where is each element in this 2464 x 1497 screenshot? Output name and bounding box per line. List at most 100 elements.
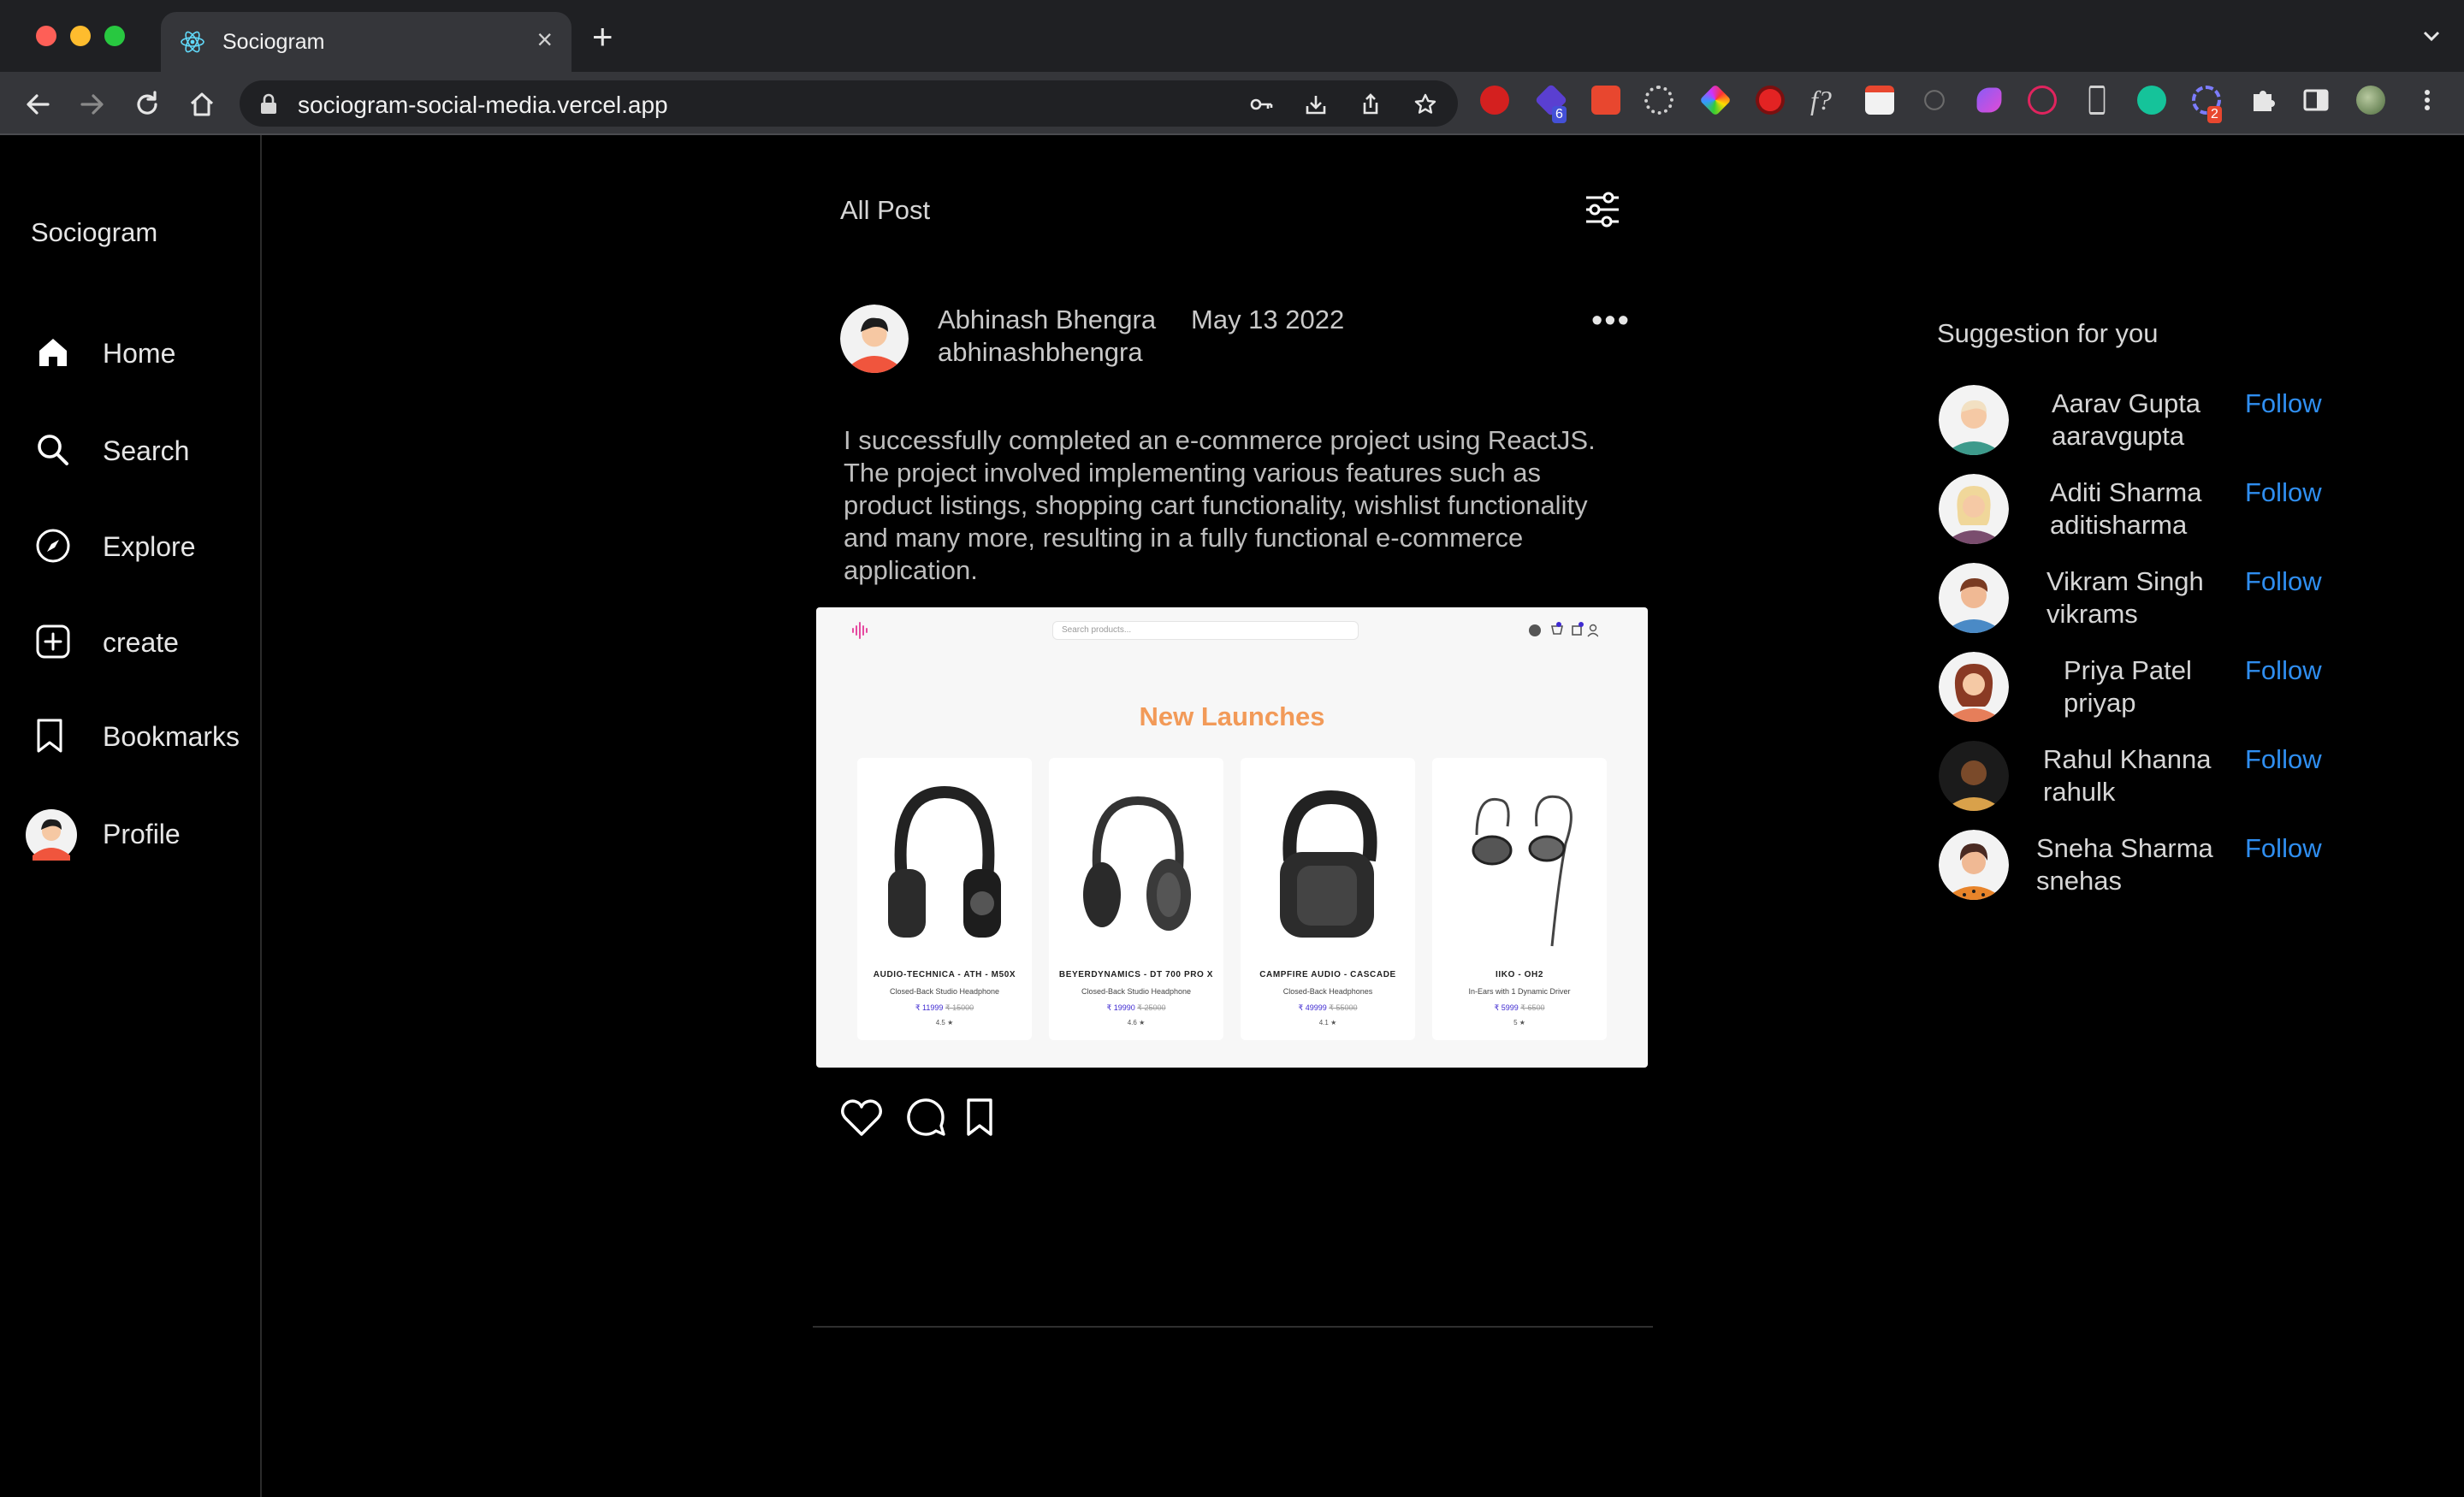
extension-phone-icon[interactable] [2088,86,2106,115]
soundwave-logo-icon [852,622,868,639]
sidebar-item-home[interactable]: Home [0,322,257,382]
avatar[interactable] [1939,563,2009,633]
new-tab-button[interactable]: + [592,19,613,55]
extension-calendar-icon[interactable] [1865,86,1894,115]
sidebar-item-profile[interactable]: Profile [0,802,257,862]
product-name: CAMPFIRE AUDIO - CASCADE [1259,970,1396,979]
suggestion-username[interactable]: priyap [2064,688,2135,719]
suggestion-username[interactable]: snehas [2036,866,2122,896]
brand-logo[interactable]: Sociogram [31,217,157,248]
sidebar-item-search[interactable]: Search [0,419,257,479]
window-maximize-button[interactable] [104,26,125,46]
mini-nav-icons [1529,622,1598,637]
lock-icon[interactable] [258,93,279,115]
suggestion-name[interactable]: Sneha Sharma [2036,833,2213,864]
avatar [26,809,77,861]
post-more-options-icon[interactable]: ••• [1591,303,1631,340]
post-bookmark-icon[interactable] [958,1095,1004,1141]
suggestions-title: Suggestion for you [1937,318,2159,348]
follow-button[interactable]: Follow [2245,833,2322,864]
back-arrow-icon[interactable] [22,89,53,120]
suggestion-name[interactable]: Priya Patel [2064,655,2192,686]
product-rating: 4.5 ★ [935,1019,954,1027]
suggestion-username[interactable]: aaravgupta [2052,421,2184,452]
suggestion-name[interactable]: Aditi Sharma [2050,477,2201,508]
comment-bubble-icon[interactable] [903,1095,950,1141]
product-name: AUDIO-TECHNICA - ATH - M50X [873,970,1016,979]
window-close-button[interactable] [36,26,56,46]
headphone-image [1083,796,1191,931]
sidebar-item-label: create [103,627,179,658]
browser-menu-kebab-icon[interactable] [2413,86,2442,115]
side-panel-icon[interactable] [2301,86,2331,115]
product-card: IIKO - OH2 In-Ears with 1 Dynamic Driver… [1432,758,1607,1040]
post-author-avatar[interactable] [840,305,909,373]
avatar[interactable] [1939,652,2009,722]
filter-sliders-icon[interactable] [1583,190,1622,229]
post-text: I successfully completed an e-commerce p… [844,425,1596,585]
follow-button[interactable]: Follow [2245,566,2322,597]
product-rating: 4.6 ★ [1127,1019,1146,1027]
suggestion-username[interactable]: rahulk [2043,777,2115,808]
grammarly-extension-icon[interactable] [2137,86,2166,115]
earphone-image [1472,795,1573,947]
suggestion-item: Vikram Singh vikrams Follow [1939,563,2384,635]
post-author-name[interactable]: Abhinash Bhengra [938,305,1156,335]
mini-heading: New Launches [1139,701,1325,731]
avatar[interactable] [1939,385,2009,455]
suggestion-item: Aditi Sharma aditisharma Follow [1939,474,2384,546]
extension-play-icon[interactable] [2028,86,2057,115]
sidebar-item-label: Home [103,338,176,369]
follow-button[interactable]: Follow [2245,655,2322,686]
extension-crosshair-icon[interactable] [1924,90,1945,110]
avatar[interactable] [1939,830,2009,900]
suggestion-username[interactable]: vikrams [2046,599,2138,630]
like-heart-icon[interactable] [838,1095,885,1141]
forward-arrow-icon[interactable] [77,89,108,120]
follow-button[interactable]: Follow [2245,388,2322,419]
suggestion-item: Rahul Khanna rahulk Follow [1939,741,2384,813]
suggestion-name[interactable]: Aarav Gupta [2052,388,2200,419]
suggestion-item: Aarav Gupta aaravgupta Follow [1939,385,2384,457]
follow-button[interactable]: Follow [2245,477,2322,508]
product-price: ₹ 11999 ₹ 15000 [915,1003,974,1012]
sidebar-item-label: Search [103,435,190,466]
product-price: ₹ 49999 ₹ 55000 [1298,1003,1358,1012]
extension-record-icon[interactable] [1756,86,1785,115]
product-card: AUDIO-TECHNICA - ATH - M50X Closed-Back … [857,758,1032,1040]
product-rating: 4.1 ★ [1318,1019,1337,1027]
sidebar-item-create[interactable]: create [0,611,257,671]
url-text[interactable]: sociogram-social-media.vercel.app [298,92,668,119]
suggestion-item: Sneha Sharma snehas Follow [1939,830,2384,902]
post-author-username[interactable]: abhinashbhengra [938,337,1143,368]
tab-close-icon[interactable]: × [536,24,553,56]
product-card: CAMPFIRE AUDIO - CASCADE Closed-Back Hea… [1241,758,1415,1040]
product-description: Closed-Back Headphones [1282,987,1373,996]
avatar[interactable] [1939,474,2009,544]
extensions-puzzle-icon[interactable] [2248,86,2277,115]
mini-search-input: Search products... [1052,621,1359,640]
suggestion-username[interactable]: aditisharma [2050,510,2187,541]
home-browser-icon[interactable] [187,89,217,120]
browser-tab[interactable]: Sociogram × [161,12,572,72]
bookmark-icon [37,719,62,753]
product-price: ₹ 19990 ₹ 25000 [1106,1003,1166,1012]
suggestion-name[interactable]: Rahul Khanna [2043,744,2212,775]
tab-search-chevron-icon[interactable] [2420,24,2443,48]
post-date: May 13 2022 [1191,305,1345,334]
extension-fx-icon[interactable]: f? [1810,86,1839,115]
browser-profile-avatar[interactable] [2356,86,2385,115]
follow-button[interactable]: Follow [2245,744,2322,775]
product-name: IIKO - OH2 [1495,970,1543,979]
window-minimize-button[interactable] [70,26,91,46]
plus-square-icon [36,624,70,659]
extension-gradient-icon[interactable] [1976,87,2002,113]
reload-icon[interactable] [132,89,163,120]
react-favicon-icon [181,31,204,53]
sidebar-item-explore[interactable]: Explore [0,515,257,575]
avatar[interactable] [1939,741,2009,811]
product-card: BEYERDYNAMICS - DT 700 PRO X Closed-Back… [1049,758,1223,1040]
feed-title: All Post [840,195,931,225]
suggestion-name[interactable]: Vikram Singh [2046,566,2204,597]
sidebar-item-bookmarks[interactable]: Bookmarks [0,705,257,765]
